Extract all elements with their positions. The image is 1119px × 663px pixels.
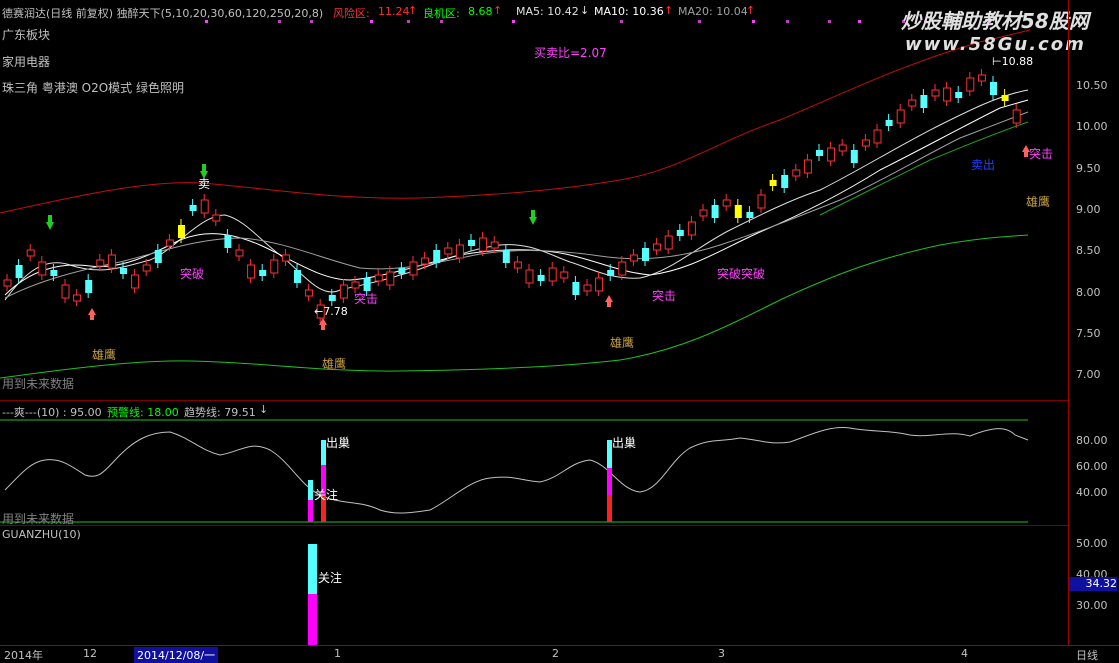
hawk-signal: 雄鹰 bbox=[610, 336, 635, 350]
sell-signal-text: 卖 bbox=[198, 177, 211, 191]
timeline-month: 2 bbox=[552, 647, 559, 660]
sector-line-3: 珠三角 粤港澳 O2O模式 绿色照明 bbox=[2, 81, 184, 95]
warning-line-label: 预警线: 18.00 bbox=[107, 406, 179, 419]
price-tick: 9.50 bbox=[1076, 162, 1101, 175]
red-buy-arrow-icon bbox=[605, 295, 613, 307]
sector-line-1: 广东板块 bbox=[2, 28, 51, 42]
timeline-month: 4 bbox=[961, 647, 968, 660]
candlestick-series bbox=[3, 69, 1021, 323]
ma5-label: MA5: 10.42 bbox=[516, 5, 579, 18]
attack-signal: 突击 bbox=[652, 289, 677, 303]
guanzhu-tick: 30.00 bbox=[1076, 599, 1108, 612]
period-button[interactable]: 日线 bbox=[1076, 647, 1098, 663]
guanzhu-tick: 50.00 bbox=[1076, 537, 1108, 550]
current-value-badge: 34.32 bbox=[1069, 577, 1117, 591]
opportunity-zone-value: 8.68 bbox=[468, 5, 493, 18]
timeline-month: 1 bbox=[334, 647, 341, 660]
up-arrow-icon: ↑ bbox=[493, 4, 503, 17]
lower-band-line bbox=[0, 234, 1029, 379]
up-arrow-icon: ↑ bbox=[408, 4, 418, 17]
opportunity-zone-label: 良机区: bbox=[423, 7, 460, 20]
focus-label: 关注 bbox=[318, 571, 343, 585]
green-sell-arrow-icon bbox=[529, 210, 537, 225]
timeline-bar[interactable]: 2014年 12 2014/12/08/一 1 2 3 4 日线 bbox=[0, 645, 1119, 663]
timeline-cursor-date: 2014/12/08/一 bbox=[134, 647, 219, 663]
price-tick: 7.00 bbox=[1076, 368, 1101, 381]
breakthrough-signal: 突破 bbox=[180, 267, 205, 281]
upper-band-line bbox=[0, 29, 1031, 214]
attack-signal: 突击 bbox=[1029, 147, 1054, 161]
shuang-indicator-pane[interactable]: ---爽---(10) : 95.00 预警线: 18.00 趋势线: 79.5… bbox=[0, 400, 1068, 526]
exit-nest-label: 出巢 bbox=[326, 436, 351, 450]
low-price-marker: ←7.78 bbox=[314, 305, 348, 318]
watermark-url: www.58Gu.com bbox=[905, 34, 1086, 55]
ma20-label: MA20: 10.04 bbox=[678, 5, 748, 18]
shuang-indicator-title: ---爽---(10) : 95.00 bbox=[2, 406, 102, 419]
sector-line-2: 家用电器 bbox=[2, 55, 51, 69]
down-arrow-icon: ↓ bbox=[259, 403, 269, 416]
attack-signal: 突击 bbox=[354, 292, 379, 306]
risk-zone-label: 风险区: bbox=[333, 7, 370, 20]
guanzhu-bar-top bbox=[308, 544, 317, 594]
guanzhu-bar-bottom bbox=[308, 594, 317, 645]
exit-bar-2 bbox=[607, 440, 612, 522]
exit-nest-label: 出巢 bbox=[612, 436, 637, 450]
shuang-line bbox=[4, 426, 1029, 514]
hawk-signal: 雄鹰 bbox=[1026, 195, 1051, 209]
price-tick: 9.00 bbox=[1076, 203, 1101, 216]
timeline-year: 2014年 bbox=[4, 649, 43, 662]
price-tick: 10.00 bbox=[1076, 120, 1108, 133]
breakthrough-double-signal: 突破突破 bbox=[717, 267, 766, 281]
price-tick: 7.50 bbox=[1076, 327, 1101, 340]
buy-sell-ratio: 买卖比=2.07 bbox=[534, 46, 607, 60]
guanzhu-title: GUANZHU(10) bbox=[2, 528, 81, 541]
up-arrow-icon: ↑ bbox=[746, 4, 756, 17]
guanzhu-chart bbox=[308, 544, 317, 645]
sell-out-signal: 卖出 bbox=[971, 158, 996, 172]
hawk-signal: 雄鹰 bbox=[322, 357, 347, 371]
timeline-month: 12 bbox=[83, 647, 97, 660]
main-chart-pane[interactable]: 德赛润达(日线 前复权) 独醉天下(5,10,20,30,60,120,250,… bbox=[0, 0, 1089, 400]
up-arrow-icon: ↑ bbox=[664, 4, 674, 17]
indicator-tick: 40.00 bbox=[1076, 486, 1108, 499]
guanzhu-pane[interactable]: GUANZHU(10) 关注 bbox=[0, 525, 1068, 645]
future-data-warning: 用到未来数据 bbox=[2, 377, 75, 391]
price-tick: 8.50 bbox=[1076, 244, 1101, 257]
high-price-marker: ⊢10.88 bbox=[992, 55, 1034, 68]
down-arrow-icon: ↓ bbox=[580, 4, 590, 17]
indicator-title: 德赛润达(日线 前复权) 独醉天下(5,10,20,30,60,120,250,… bbox=[2, 7, 324, 20]
red-buy-arrow-icon bbox=[88, 308, 96, 320]
watermark-title: 炒股輔助教材58股网 bbox=[901, 9, 1089, 33]
exit-bar-1 bbox=[308, 440, 326, 522]
timeline-month: 3 bbox=[718, 647, 725, 660]
indicator-tick: 60.00 bbox=[1076, 460, 1108, 473]
price-axis-line bbox=[1068, 0, 1069, 645]
indicator-tick: 80.00 bbox=[1076, 434, 1108, 447]
green-sell-arrow-icon bbox=[46, 215, 54, 230]
risk-zone-value: 11.24 bbox=[378, 5, 410, 18]
price-tick: 10.50 bbox=[1076, 79, 1108, 92]
price-tick: 8.00 bbox=[1076, 286, 1101, 299]
hawk-signal: 雄鹰 bbox=[92, 348, 117, 362]
focus-label: 关注 bbox=[314, 488, 339, 502]
ma10-label: MA10: 10.36 bbox=[594, 5, 664, 18]
mid-ma-line bbox=[819, 121, 1029, 216]
trend-line-label: 趋势线: 79.51 bbox=[184, 406, 256, 419]
